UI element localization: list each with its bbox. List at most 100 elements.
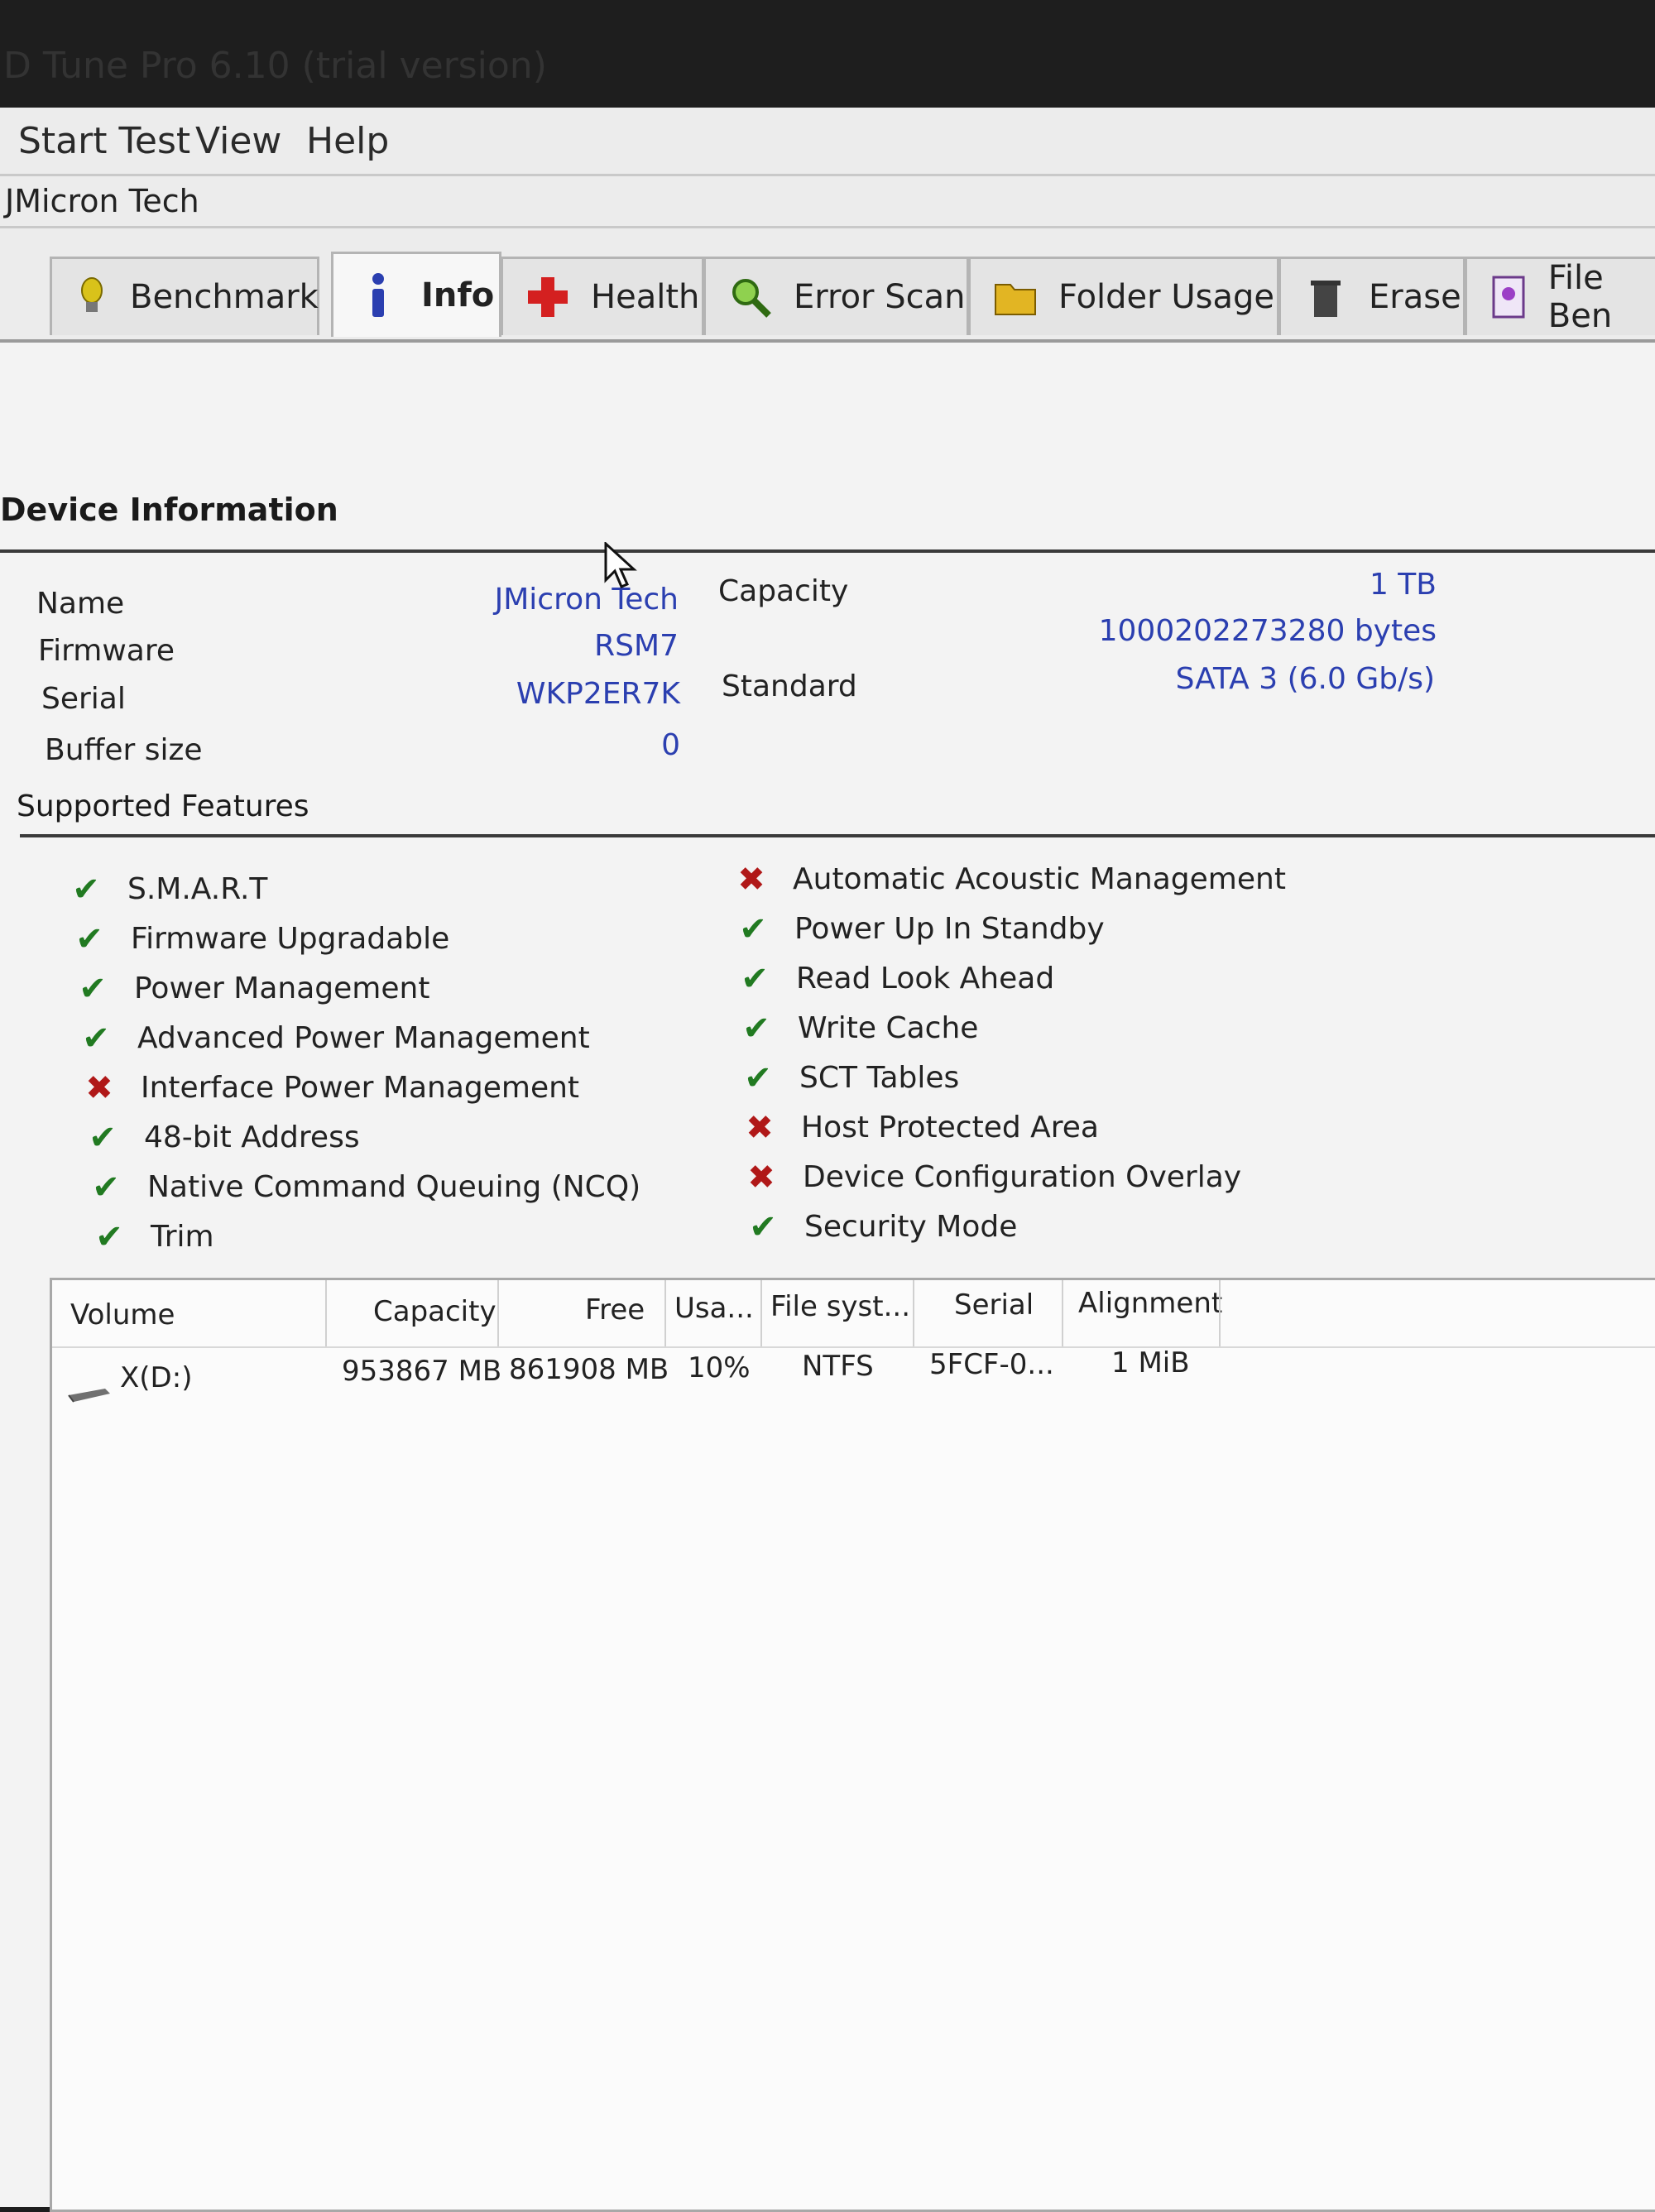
lightbulb-icon bbox=[75, 276, 108, 319]
serial-value: WKP2ER7K bbox=[516, 677, 680, 711]
title-bar: D Tune Pro 6.10 (trial version) bbox=[0, 17, 1655, 116]
tab-strip: Benchmark Info Health Error Scan Folder … bbox=[0, 252, 1655, 343]
feature-label: Security Mode bbox=[804, 1210, 1018, 1244]
feature-item: ✖ Interface Power Management bbox=[83, 1071, 579, 1105]
column-file-system[interactable]: File syst... bbox=[770, 1290, 910, 1323]
magnifier-icon bbox=[729, 276, 772, 319]
tab-erase[interactable]: Erase bbox=[1278, 257, 1466, 335]
menu-start-test[interactable]: Start Test bbox=[18, 120, 190, 162]
capacity-value: 1 TB bbox=[1369, 568, 1437, 602]
column-alignment[interactable]: Alignment bbox=[1078, 1287, 1222, 1320]
check-icon: ✔ bbox=[82, 1019, 110, 1058]
check-icon: ✔ bbox=[741, 959, 769, 998]
feature-item: ✔ 48-bit Address bbox=[86, 1118, 360, 1157]
firmware-label: Firmware bbox=[38, 634, 175, 668]
check-icon: ✔ bbox=[739, 909, 767, 948]
device-information-divider bbox=[0, 549, 1655, 553]
cross-icon: ✖ bbox=[85, 1068, 113, 1107]
standard-value: SATA 3 (6.0 Gb/s) bbox=[1175, 662, 1435, 696]
column-usage[interactable]: Usa... bbox=[674, 1292, 754, 1325]
device-selector-value: JMicron Tech bbox=[5, 183, 199, 219]
volume-free: 861908 MB bbox=[509, 1353, 669, 1386]
name-label: Name bbox=[36, 587, 125, 621]
column-free[interactable]: Free bbox=[585, 1293, 645, 1327]
check-icon: ✔ bbox=[75, 919, 103, 958]
menu-bar: Start Test View Help bbox=[0, 103, 1655, 178]
check-icon: ✔ bbox=[749, 1207, 777, 1246]
folder-icon bbox=[994, 276, 1037, 319]
check-icon: ✔ bbox=[744, 1058, 772, 1097]
feature-label: Write Cache bbox=[798, 1011, 979, 1045]
tab-folder-usage-label: Folder Usage bbox=[1058, 278, 1274, 316]
capacity-bytes-value: 1000202273280 bytes bbox=[1098, 614, 1437, 648]
cross-icon: ✖ bbox=[747, 1158, 775, 1197]
column-divider bbox=[497, 1280, 499, 1346]
column-volume[interactable]: Volume bbox=[70, 1298, 175, 1332]
window-title: D Tune Pro 6.10 (trial version) bbox=[3, 45, 547, 87]
feature-label: 48-bit Address bbox=[144, 1120, 360, 1154]
firmware-value: RSM7 bbox=[594, 629, 679, 663]
check-icon: ✔ bbox=[79, 969, 107, 1008]
column-serial[interactable]: Serial bbox=[954, 1288, 1034, 1322]
feature-item: ✔ S.M.A.R.T bbox=[70, 872, 267, 906]
column-capacity[interactable]: Capacity bbox=[373, 1295, 496, 1328]
tab-erase-label: Erase bbox=[1369, 278, 1461, 316]
buffer-size-value: 0 bbox=[661, 728, 680, 762]
tab-info-label: Info bbox=[421, 276, 495, 314]
tab-benchmark[interactable]: Benchmark bbox=[50, 257, 319, 335]
column-divider bbox=[664, 1280, 666, 1346]
volume-serial: 5FCF-0... bbox=[929, 1348, 1054, 1381]
feature-label: Advanced Power Management bbox=[137, 1021, 590, 1055]
feature-item: ✔ Advanced Power Management bbox=[79, 1019, 590, 1058]
feature-label: Power Management bbox=[134, 972, 430, 1005]
feature-item: ✖ Device Configuration Overlay bbox=[745, 1160, 1241, 1194]
serial-label: Serial bbox=[41, 682, 126, 716]
volume-name: X(D:) bbox=[120, 1361, 193, 1394]
feature-label: Automatic Acoustic Management bbox=[793, 862, 1286, 896]
volume-alignment: 1 MiB bbox=[1111, 1346, 1190, 1380]
feature-label: Trim bbox=[151, 1220, 214, 1254]
mouse-cursor-icon bbox=[604, 540, 637, 600]
tab-file-benchmark[interactable]: File Ben bbox=[1465, 257, 1655, 335]
feature-label: Read Look Ahead bbox=[796, 962, 1055, 996]
info-icon bbox=[357, 273, 400, 317]
feature-item: ✖ Automatic Acoustic Management bbox=[735, 862, 1286, 896]
device-selector[interactable]: JMicron Tech bbox=[0, 174, 1655, 228]
standard-label: Standard bbox=[722, 669, 857, 703]
feature-label: Power Up In Standby bbox=[794, 912, 1105, 946]
supported-features-divider bbox=[20, 834, 1655, 837]
device-information-title: Device Information bbox=[0, 492, 338, 528]
check-icon: ✔ bbox=[72, 870, 100, 909]
column-divider bbox=[1219, 1280, 1221, 1346]
tab-info[interactable]: Info bbox=[331, 252, 501, 337]
tab-health-label: Health bbox=[591, 278, 700, 316]
feature-item: ✖ Host Protected Area bbox=[743, 1111, 1099, 1144]
column-divider bbox=[760, 1280, 762, 1346]
cross-icon: ✖ bbox=[737, 860, 765, 899]
check-icon: ✔ bbox=[89, 1118, 117, 1157]
volume-list: Volume Capacity Free Usa... File syst...… bbox=[50, 1278, 1655, 2212]
column-divider bbox=[1062, 1280, 1063, 1346]
file-icon bbox=[1490, 276, 1527, 319]
feature-item: ✔ Power Management bbox=[76, 972, 429, 1005]
menu-help[interactable]: Help bbox=[306, 120, 389, 162]
feature-label: Interface Power Management bbox=[141, 1071, 580, 1105]
check-icon: ✔ bbox=[95, 1217, 123, 1256]
menu-view[interactable]: View bbox=[195, 120, 281, 162]
tab-health[interactable]: Health bbox=[501, 257, 704, 335]
feature-item: ✔ SCT Tables bbox=[741, 1061, 959, 1095]
capacity-label: Capacity bbox=[718, 574, 849, 608]
feature-label: SCT Tables bbox=[799, 1061, 960, 1095]
info-panel: Device Information Name JMicron Tech Fir… bbox=[0, 343, 1655, 2212]
feature-item: ✔ Native Command Queuing (NCQ) bbox=[89, 1170, 640, 1204]
feature-item: ✔ Write Cache bbox=[740, 1011, 978, 1045]
trash-icon bbox=[1304, 276, 1347, 319]
feature-item: ✔ Security Mode bbox=[746, 1210, 1017, 1244]
volume-capacity: 953867 MB bbox=[342, 1355, 502, 1388]
tab-error-scan[interactable]: Error Scan bbox=[703, 257, 969, 335]
tab-file-benchmark-label: File Ben bbox=[1547, 259, 1613, 335]
check-icon: ✔ bbox=[742, 1009, 770, 1048]
volume-file-system: NTFS bbox=[802, 1350, 874, 1383]
tab-folder-usage[interactable]: Folder Usage bbox=[968, 257, 1279, 335]
supported-features-title: Supported Features bbox=[17, 789, 309, 823]
